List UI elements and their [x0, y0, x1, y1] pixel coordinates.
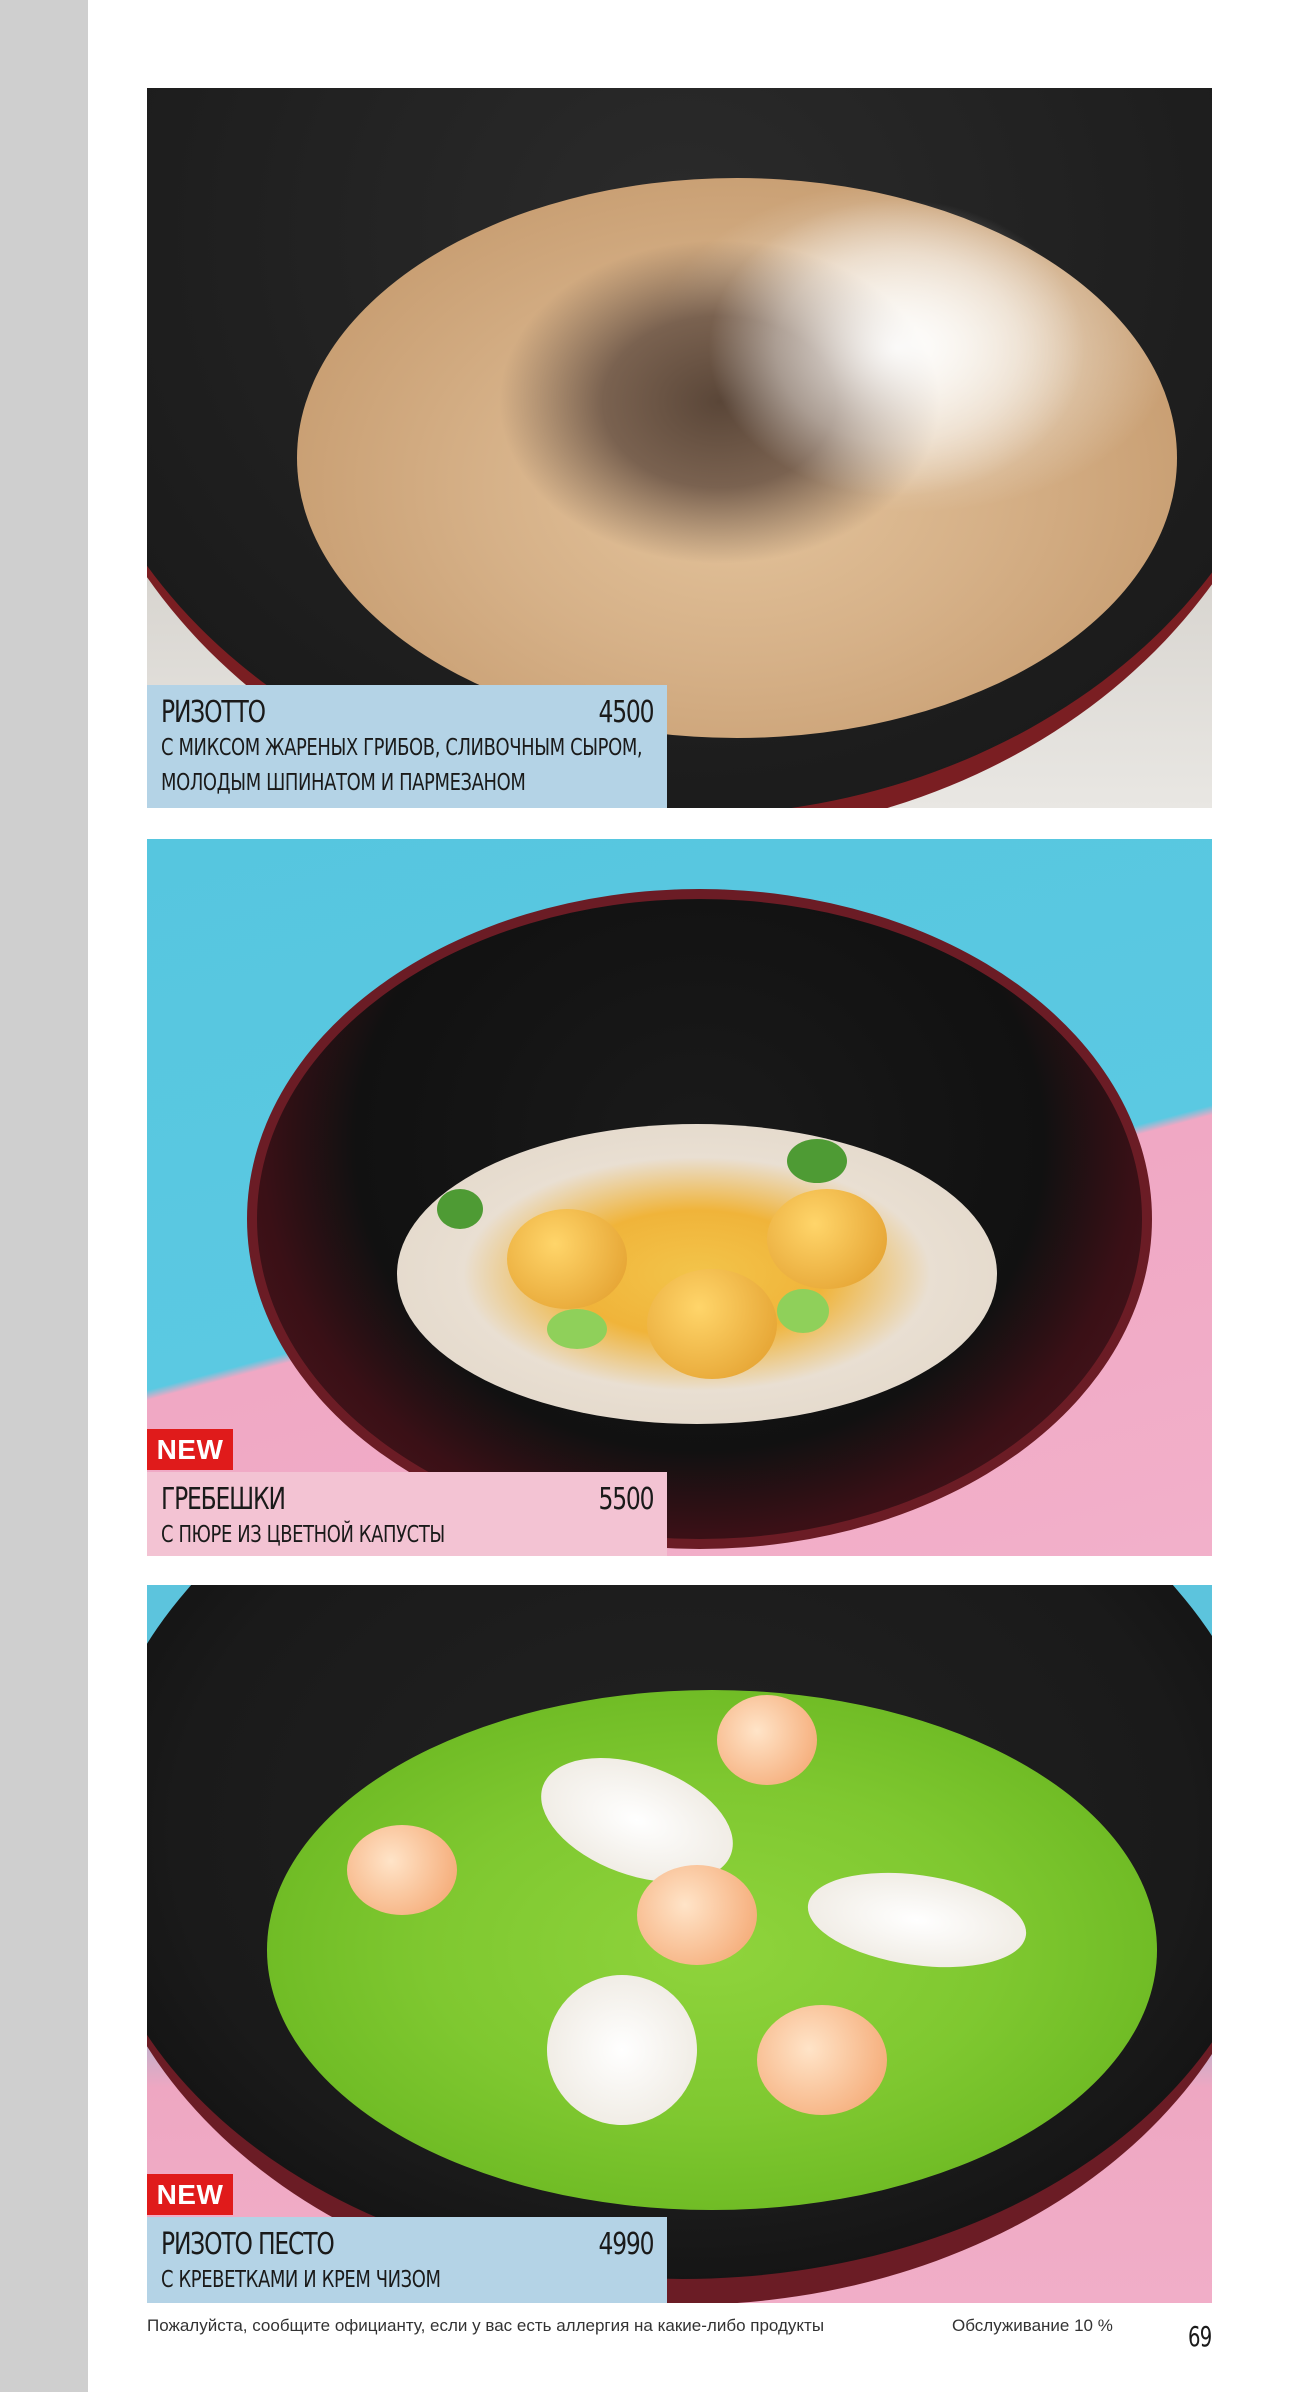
dish-price: 4990: [598, 2227, 654, 2262]
dish-name: РИЗОТТО: [161, 695, 266, 730]
footer: Пожалуйста, сообщите официанту, если у в…: [147, 2316, 1212, 2346]
dish-price: 4500: [598, 695, 654, 730]
dish-label: ГРЕБЕШКИ 5500 С ПЮРЕ ИЗ ЦВЕТНОЙ КАПУСТЫ: [147, 1472, 667, 1556]
service-charge: Обслуживание 10 %: [952, 2316, 1113, 2335]
menu-card-pesto-risotto: NEW РИЗОТО ПЕСТО 4990 С КРЕВЕТКАМИ И КРЕ…: [147, 1585, 1212, 2303]
menu-card-risotto: РИЗОТТО 4500 С МИКСОМ ЖАРЕНЫХ ГРИБОВ, СЛ…: [147, 88, 1212, 808]
dish-name: РИЗОТО ПЕСТО: [161, 2227, 335, 2262]
new-badge: NEW: [147, 1429, 233, 1470]
dish-description-line: С МИКСОМ ЖАРЕНЫХ ГРИБОВ, СЛИВОЧНЫМ СЫРОМ…: [161, 735, 643, 761]
dish-name: ГРЕБЕШКИ: [161, 1482, 286, 1517]
dish-label: РИЗОТО ПЕСТО 4990 С КРЕВЕТКАМИ И КРЕМ ЧИ…: [147, 2217, 667, 2303]
dish-description-line: МОЛОДЫМ ШПИНАТОМ И ПАРМЕЗАНОМ: [161, 770, 526, 796]
menu-card-scallops: NEW ГРЕБЕШКИ 5500 С ПЮРЕ ИЗ ЦВЕТНОЙ КАПУ…: [147, 839, 1212, 1556]
new-badge: NEW: [147, 2174, 233, 2215]
dish-photo: [147, 839, 1212, 1556]
dish-photo: [147, 1585, 1212, 2303]
dish-price: 5500: [598, 1482, 654, 1517]
page-number: 69: [1188, 2320, 1212, 2353]
side-strip: [0, 0, 88, 2392]
dish-description-line: С ПЮРЕ ИЗ ЦВЕТНОЙ КАПУСТЫ: [161, 1522, 445, 1548]
dish-label: РИЗОТТО 4500 С МИКСОМ ЖАРЕНЫХ ГРИБОВ, СЛ…: [147, 685, 667, 808]
dish-description-line: С КРЕВЕТКАМИ И КРЕМ ЧИЗОМ: [161, 2267, 441, 2293]
allergy-note: Пожалуйста, сообщите официанту, если у в…: [147, 2316, 825, 2335]
